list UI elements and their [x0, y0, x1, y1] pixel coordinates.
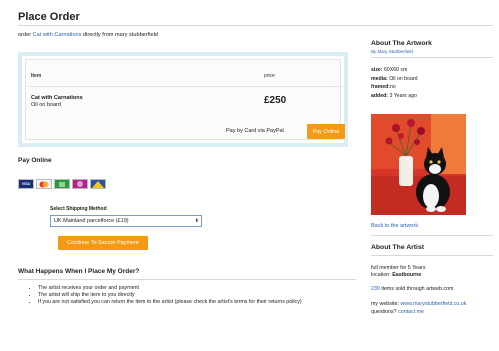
questions-key: questions?	[371, 308, 397, 315]
member-duration: full member for 5 Years	[371, 265, 426, 271]
about-artwork-heading: About The Artwork	[371, 40, 432, 47]
shipping-selected-value: UK Mainland parcelforce (£19)	[54, 218, 129, 224]
select-arrows-icon: ⬍	[194, 218, 199, 224]
item-medium: Oil on board	[31, 102, 61, 108]
item-price: £250	[264, 95, 287, 106]
list-item: If you are not satisfied you can return …	[38, 299, 358, 306]
added-value: 3 Years ago	[389, 92, 417, 99]
framed-value: no	[390, 84, 396, 90]
website-link[interactable]: www.marystubberfield.co.uk	[400, 301, 466, 307]
artist-membership: full member for 5 Years location: Eastbo…	[371, 265, 425, 279]
pay-method-label: Pay by Card via PayPal	[226, 128, 284, 134]
continue-secure-payment-button[interactable]: Continue To Secure Payment	[58, 236, 148, 250]
item-title: Cat with Carnations	[31, 95, 83, 101]
media-key: media:	[371, 75, 388, 82]
shipping-method-select[interactable]: UK Mainland parcelforce (£19) ⬍	[50, 215, 202, 227]
artwork-link[interactable]: Cat with Carnations	[33, 32, 82, 38]
media-value: Oil on board	[389, 75, 418, 82]
size-value: 60X60 cm	[384, 67, 408, 73]
order-box: Item price Cat with Carnations Oil on bo…	[18, 52, 348, 147]
divider	[29, 86, 343, 87]
added-key: added:	[371, 92, 389, 99]
page-title: Place Order	[18, 11, 80, 23]
order-suffix: directly from mary stubberfield	[83, 32, 158, 38]
contact-me-link[interactable]: contact me	[398, 309, 424, 315]
divider	[18, 25, 493, 26]
divider	[371, 235, 493, 236]
size-key: size:	[371, 67, 383, 73]
artist-contact: my website: www.marystubberfield.co.uk q…	[371, 301, 466, 316]
pay-online-button[interactable]: Pay Online	[307, 124, 345, 139]
framed-key: framed:	[371, 84, 391, 90]
visa-card-icon: VISA	[18, 179, 34, 189]
paypal-card-icon	[90, 179, 106, 189]
what-happens-heading: What Happens When I Place My Order?	[18, 268, 140, 275]
location-value: Eastbourne	[392, 272, 422, 278]
solo-card-icon	[54, 179, 70, 189]
order-prefix: order	[18, 32, 32, 38]
shipping-method-label: Select Shipping Method	[50, 206, 107, 212]
list-item: The artist will ship the item to you dir…	[38, 292, 358, 299]
artist-byline-link[interactable]: By Mary Stubberfield	[371, 49, 413, 54]
order-table: Item price Cat with Carnations Oil on bo…	[25, 59, 345, 140]
artwork-thumbnail[interactable]	[371, 114, 466, 215]
maestro-card-icon	[72, 179, 88, 189]
website-key: my website:	[371, 301, 399, 307]
mastercard-icon	[36, 179, 52, 189]
back-to-artwork-link[interactable]: Back to the artwork	[371, 223, 418, 229]
order-description: order Cat with Carnations directly from …	[18, 32, 158, 38]
list-item: The artist receives your order and payme…	[38, 285, 358, 292]
divider	[371, 57, 493, 58]
what-happens-list: The artist receives your order and payme…	[18, 285, 358, 306]
column-header-price: price	[264, 73, 275, 79]
pay-online-heading: Pay Online	[18, 157, 52, 164]
divider	[371, 255, 493, 256]
items-sold-count-link[interactable]: 239	[371, 286, 380, 292]
column-header-item: Item	[31, 73, 42, 79]
about-artist-heading: About The Artist	[371, 244, 424, 251]
location-key: location:	[371, 272, 391, 278]
card-icons: VISA	[18, 179, 106, 189]
items-sold-text: items sold through artweb.com	[381, 286, 454, 292]
items-sold: 239 items sold through artweb.com	[371, 286, 453, 292]
artwork-facts: size: 60X60 cm media: Oil on board frame…	[371, 66, 417, 100]
divider	[18, 279, 356, 280]
